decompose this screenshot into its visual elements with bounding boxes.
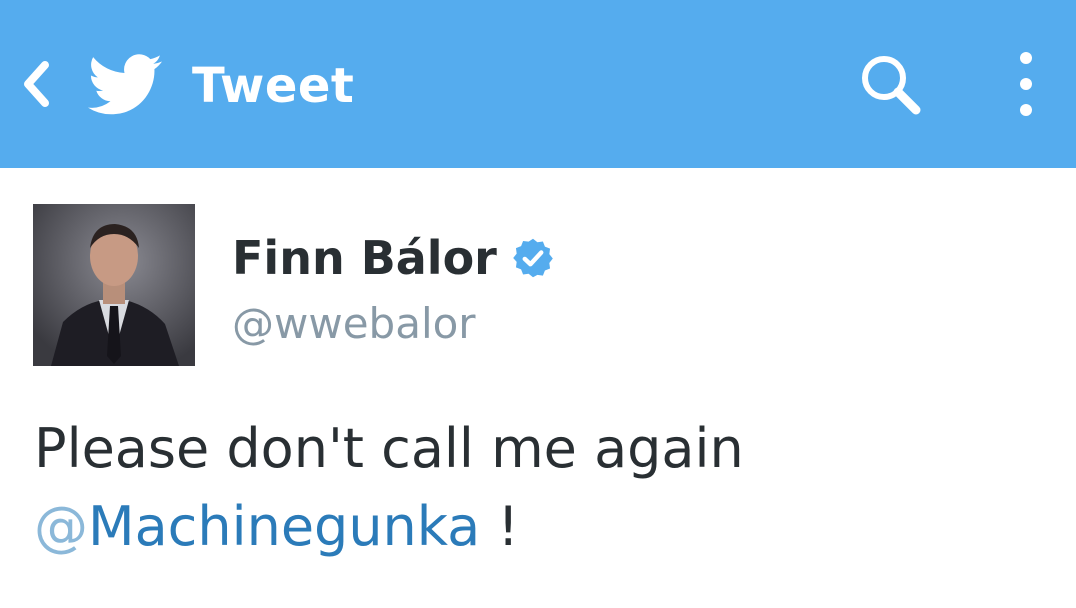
chevron-left-icon [24,61,49,107]
search-icon [862,56,921,115]
tweet-text: Please don't call me again @Machinegunka… [34,410,1044,566]
search-button[interactable] [856,52,928,120]
page-title: Tweet [192,58,355,114]
author-handle[interactable]: @wwebalor [232,296,476,352]
avatar[interactable] [33,204,195,366]
tweet-text-line: Please don't call me again [34,417,744,480]
tweet-text-suffix: ! [480,495,519,558]
avatar-photo [33,204,195,366]
back-button[interactable] [14,56,58,112]
tweet-text-line: @Machinegunka ! [34,488,1044,566]
verified-badge-icon [513,238,553,278]
app-header: Tweet [0,0,1076,168]
author-name[interactable]: Finn Bálor [232,231,497,285]
mention-username: Machinegunka [88,495,481,558]
overflow-menu-button[interactable] [1004,50,1048,122]
more-vertical-icon [1020,52,1032,116]
twitter-bird-icon [88,54,162,115]
mention-at-sign: @ [34,495,88,558]
mention-link[interactable]: @Machinegunka [34,495,480,558]
author-row: Finn Bálor [232,226,555,290]
